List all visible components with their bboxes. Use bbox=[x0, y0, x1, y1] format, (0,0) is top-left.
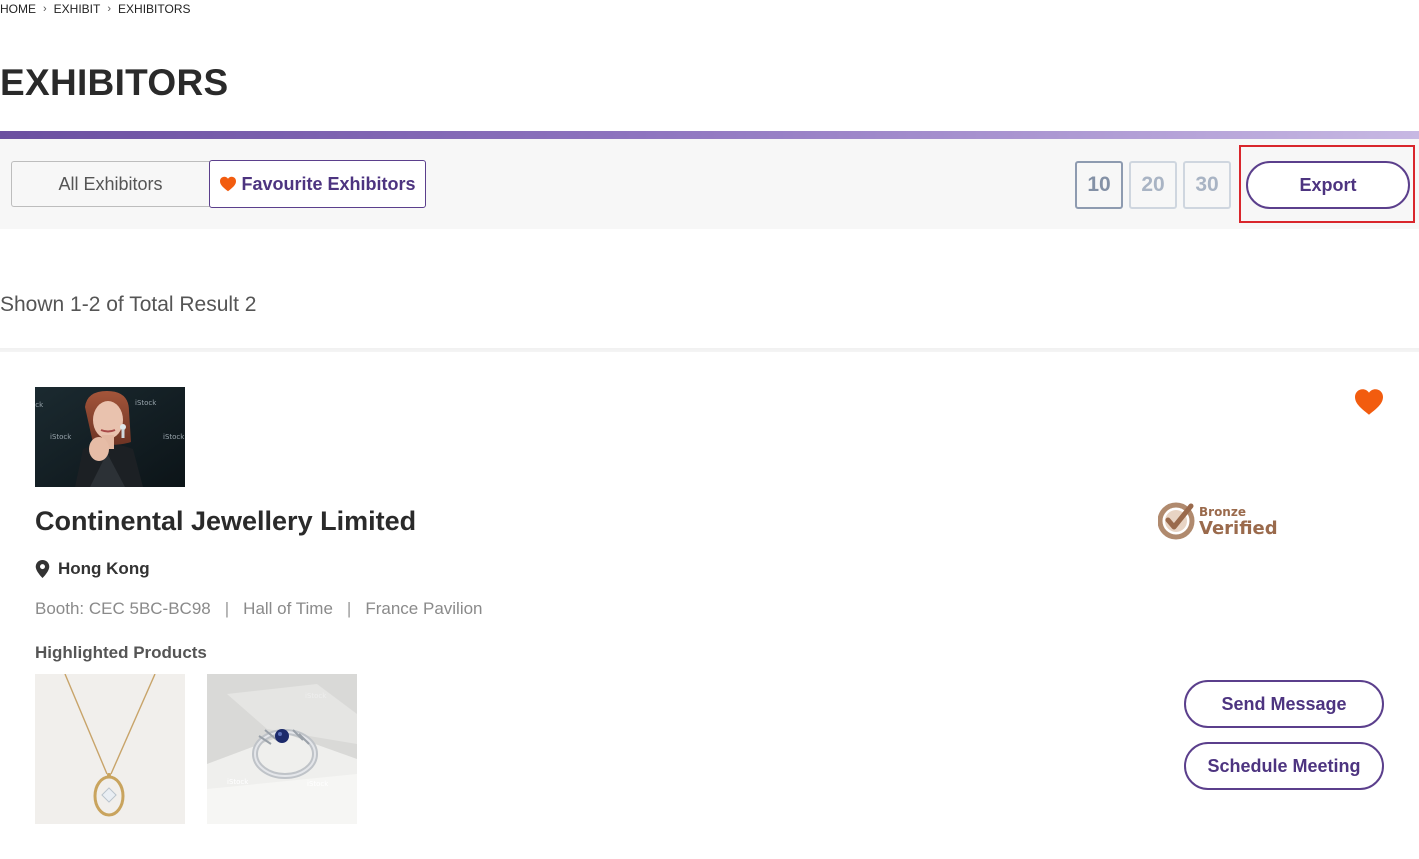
schedule-meeting-button[interactable]: Schedule Meeting bbox=[1184, 742, 1384, 790]
toolbar: All Exhibitors Favourite Exhibitors 10 2… bbox=[0, 139, 1419, 229]
product-necklace-image[interactable] bbox=[35, 674, 185, 824]
favourite-heart-icon[interactable] bbox=[1353, 388, 1385, 416]
exhibitor-location: Hong Kong bbox=[35, 559, 150, 579]
svg-text:iStock: iStock bbox=[135, 399, 157, 407]
breadcrumb: HOME › EXHIBIT › EXHIBITORS bbox=[0, 2, 191, 16]
chevron-right-icon: › bbox=[43, 3, 47, 15]
exhibitor-name[interactable]: Continental Jewellery Limited bbox=[35, 506, 416, 537]
divider: | bbox=[346, 599, 352, 618]
svg-text:iStock: iStock bbox=[305, 692, 327, 700]
svg-text:iStock: iStock bbox=[307, 780, 329, 788]
export-button[interactable]: Export bbox=[1246, 161, 1410, 209]
page-title: EXHIBITORS bbox=[0, 62, 229, 103]
pavilion-name: France Pavilion bbox=[365, 599, 483, 618]
breadcrumb-current: EXHIBITORS bbox=[118, 2, 191, 16]
chevron-right-icon: › bbox=[107, 3, 112, 15]
exhibitor-logo-image[interactable]: iStock iStock iStock ock bbox=[35, 387, 185, 487]
location-text: Hong Kong bbox=[58, 559, 150, 578]
badge-line2: Verified bbox=[1199, 518, 1278, 539]
send-message-button[interactable]: Send Message bbox=[1184, 680, 1384, 728]
svg-text:iStock: iStock bbox=[227, 778, 249, 786]
page-size-30[interactable]: 30 bbox=[1183, 161, 1231, 209]
page-size-20[interactable]: 20 bbox=[1129, 161, 1177, 209]
tab-all-label: All Exhibitors bbox=[58, 173, 163, 194]
booth-number: Booth: CEC 5BC-BC98 bbox=[35, 599, 211, 618]
tab-all-exhibitors[interactable]: All Exhibitors bbox=[11, 161, 223, 207]
divider: | bbox=[224, 599, 230, 618]
svg-text:iStock: iStock bbox=[50, 433, 72, 441]
page-size-10[interactable]: 10 bbox=[1075, 161, 1123, 209]
booth-info: Booth: CEC 5BC-BC98 | Hall of Time | Fra… bbox=[35, 599, 483, 619]
heart-icon bbox=[220, 176, 237, 192]
svg-text:iStock: iStock bbox=[163, 433, 185, 441]
tab-favourite-label: Favourite Exhibitors bbox=[241, 173, 416, 194]
highlighted-products-title: Highlighted Products bbox=[35, 643, 207, 662]
hall-name: Hall of Time bbox=[243, 599, 333, 618]
tab-favourite-exhibitors[interactable]: Favourite Exhibitors bbox=[209, 160, 426, 208]
export-highlight-box: Export bbox=[1239, 145, 1415, 223]
bronze-verified-badge: Bronze Verified bbox=[1158, 502, 1278, 540]
badge-line1: Bronze bbox=[1199, 505, 1246, 519]
location-pin-icon bbox=[35, 560, 50, 578]
product-ring-image[interactable]: iStock iStock iStock bbox=[207, 674, 357, 824]
breadcrumb-exhibit[interactable]: EXHIBIT bbox=[54, 2, 101, 16]
svg-text:ock: ock bbox=[35, 401, 44, 409]
result-summary: Shown 1-2 of Total Result 2 bbox=[0, 293, 257, 316]
exhibitor-card: iStock iStock iStock ock Continental Jew… bbox=[0, 352, 1419, 859]
breadcrumb-home[interactable]: HOME bbox=[0, 2, 36, 16]
accent-bar bbox=[0, 131, 1419, 139]
